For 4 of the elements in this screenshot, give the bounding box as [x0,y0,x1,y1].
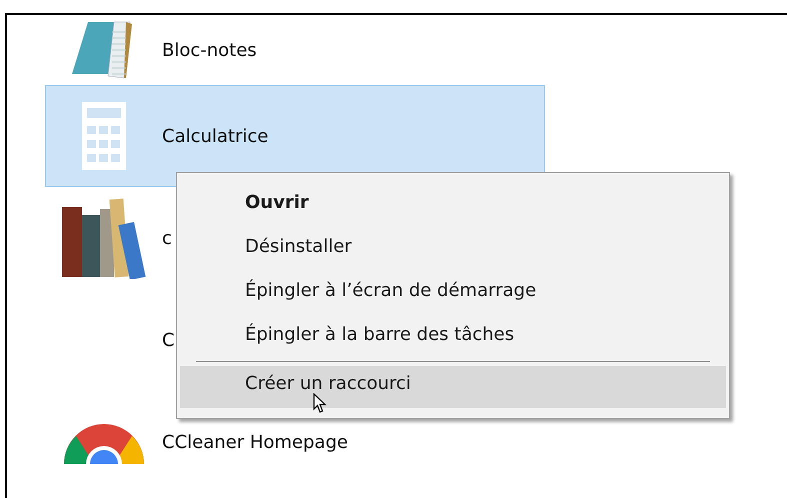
app-name: c [162,228,172,248]
app-name: Calculatrice [162,126,268,146]
app-name: CCleaner Homepage [162,432,348,452]
app-name: Bloc-notes [162,40,257,60]
